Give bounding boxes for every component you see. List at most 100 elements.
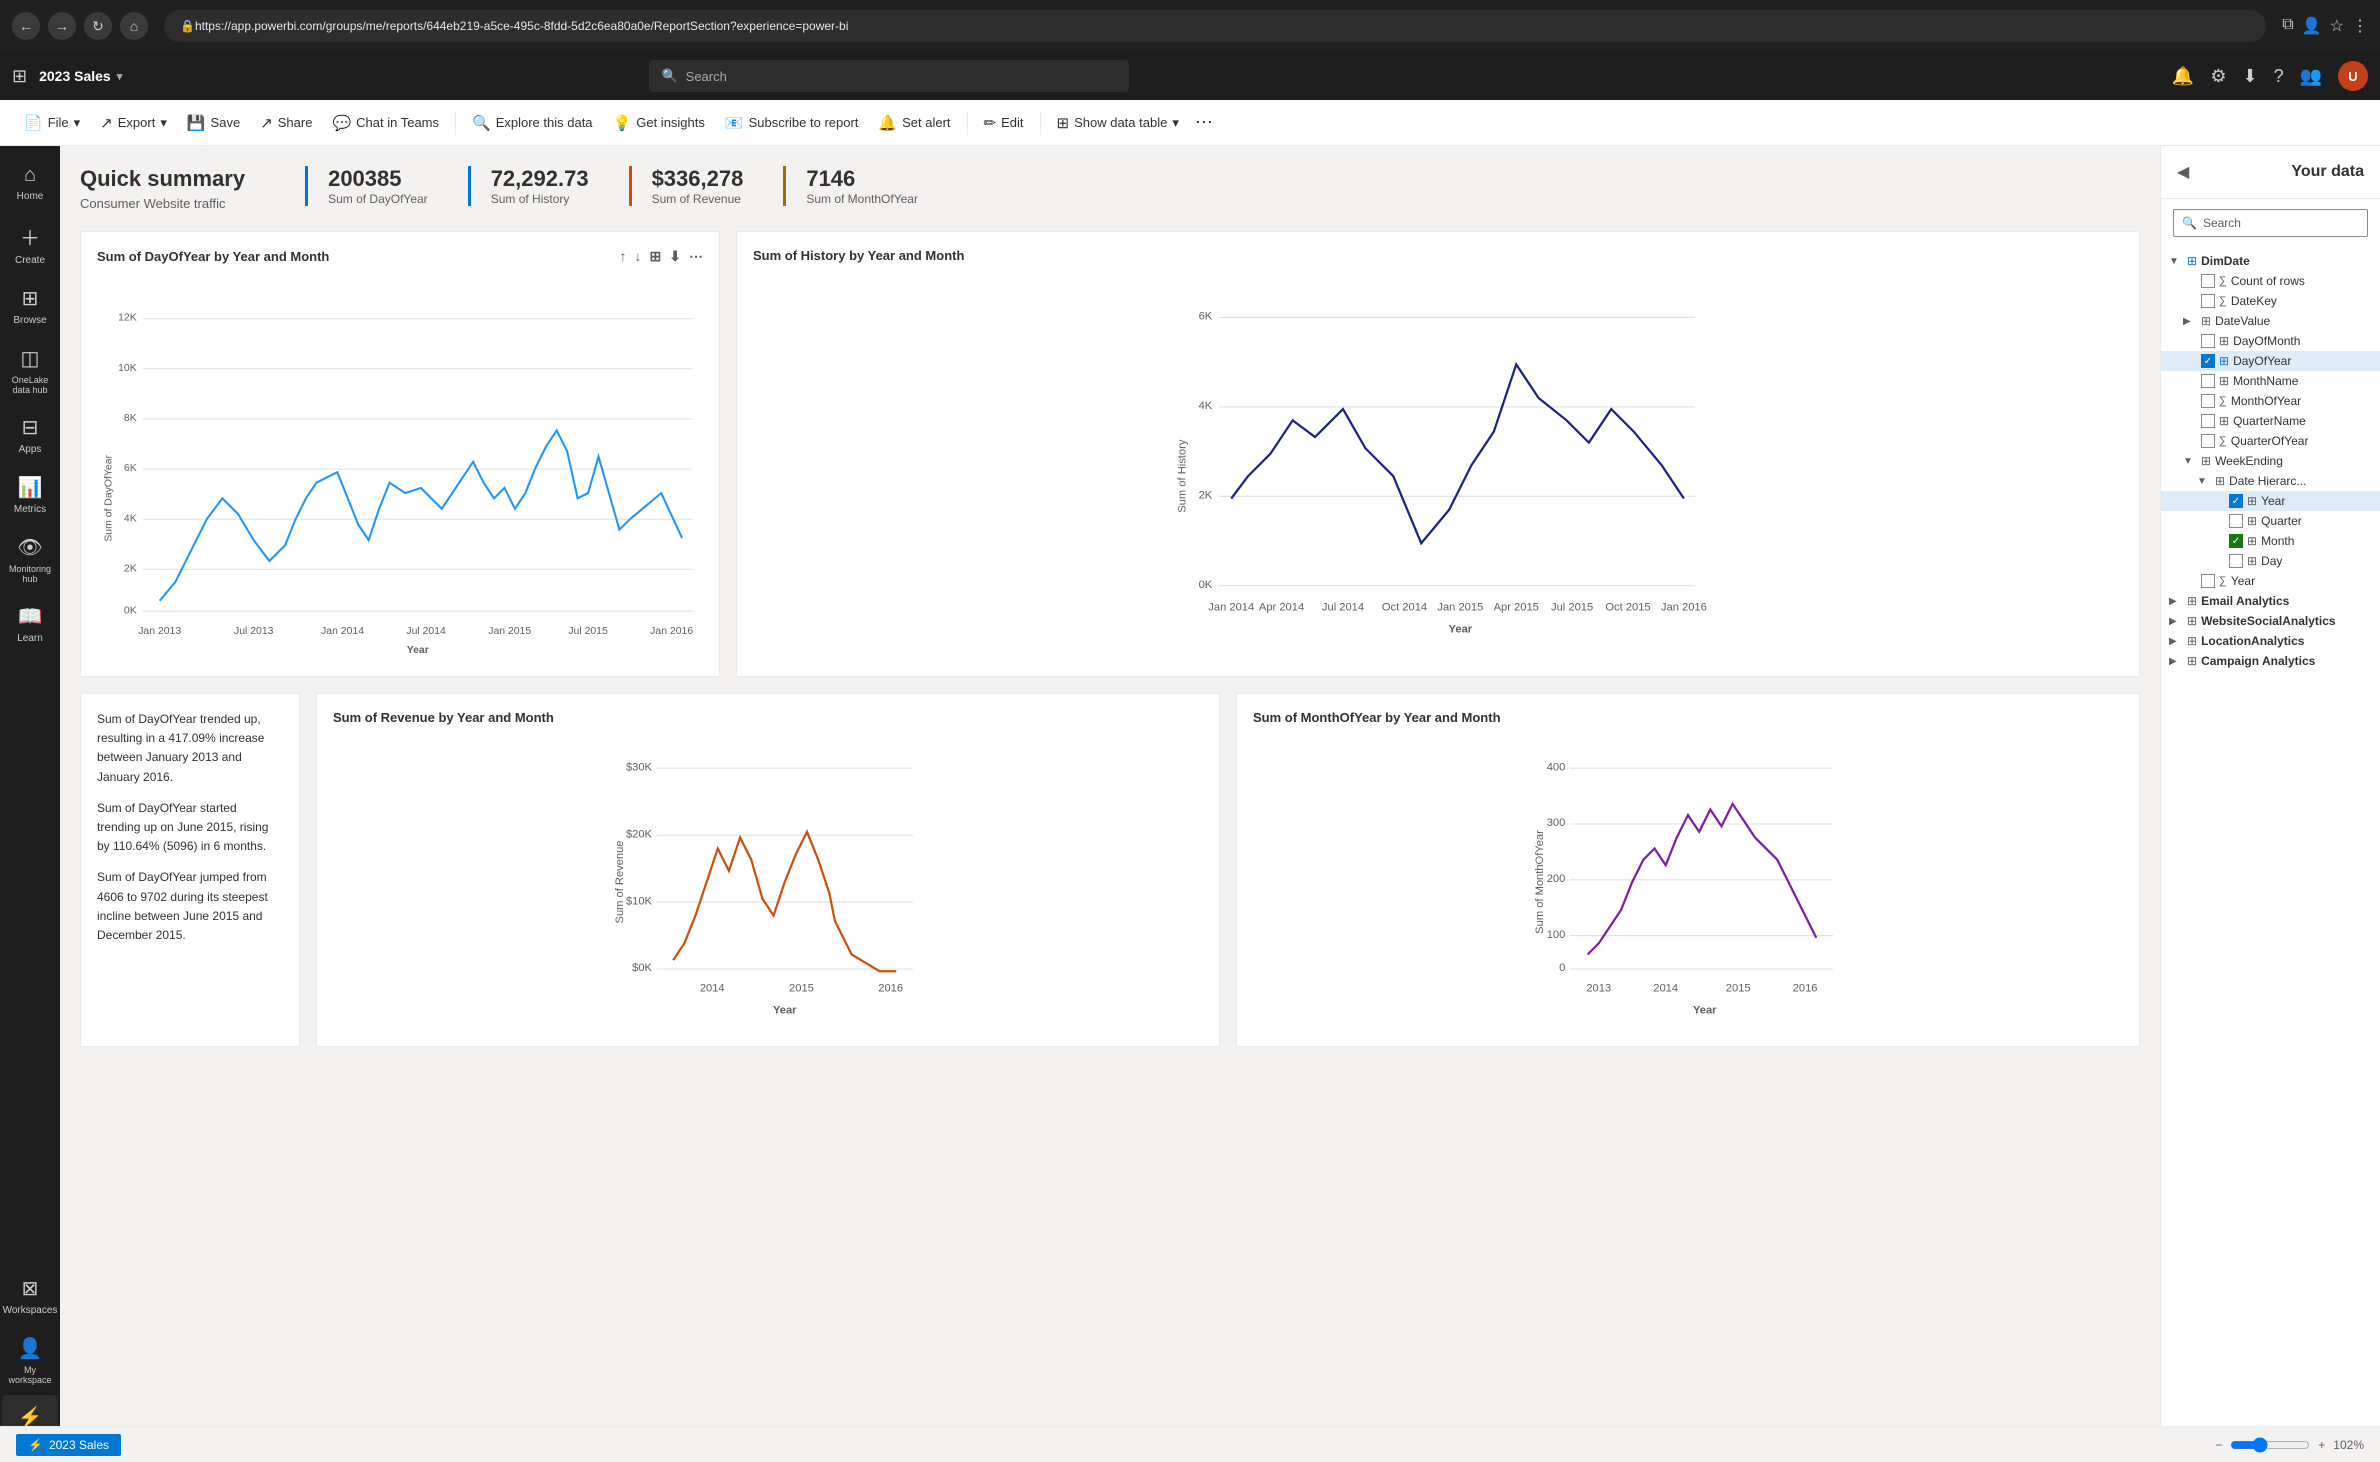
quartername-checkbox[interactable]: [2201, 414, 2215, 428]
share-button[interactable]: ↗ Share: [252, 110, 320, 136]
tree-year-hier[interactable]: ✓ ⊞ Year: [2161, 491, 2380, 511]
chat-button[interactable]: 💬 Chat in Teams: [324, 110, 447, 136]
explore-button[interactable]: 🔍 Explore this data: [464, 110, 601, 136]
sidebar-item-home[interactable]: ⌂ Home: [2, 154, 58, 212]
expand-icon[interactable]: ⊞: [650, 248, 662, 265]
drill-icon[interactable]: ⬇: [669, 248, 681, 265]
show-data-button[interactable]: ⊞ Show data table ▾: [1049, 110, 1187, 136]
svg-text:Jan 2013: Jan 2013: [138, 626, 181, 637]
chart-monthofyear-title: Sum of MonthOfYear by Year and Month: [1253, 710, 2123, 725]
tree-quartername[interactable]: ⊞ QuarterName: [2161, 411, 2380, 431]
chevron-down-icon[interactable]: ▾: [117, 70, 123, 83]
save-button[interactable]: 💾 Save: [179, 110, 248, 136]
profile-icon[interactable]: 👤: [2302, 16, 2322, 36]
year-sigma-checkbox[interactable]: [2201, 574, 2215, 588]
avatar[interactable]: U: [2338, 61, 2368, 91]
tree-weekending[interactable]: ▼ ⊞ WeekEnding: [2161, 451, 2380, 471]
sidebar-item-onelake[interactable]: ◫ OneLake data hub: [2, 336, 58, 405]
chart-monthofyear[interactable]: Sum of MonthOfYear by Year and Month 400…: [1236, 693, 2140, 1047]
monthofyear-checkbox[interactable]: [2201, 394, 2215, 408]
field-icon-3: ⊞: [2219, 374, 2229, 388]
tree-month[interactable]: ✓ ⊞ Month: [2161, 531, 2380, 551]
sidebar-item-browse[interactable]: ⊞ Browse: [2, 276, 58, 336]
datekey-checkbox[interactable]: [2201, 294, 2215, 308]
sidebar-item-apps[interactable]: ⊟ Apps: [2, 405, 58, 465]
tree-count-rows[interactable]: ∑ Count of rows: [2161, 271, 2380, 291]
zoom-in-button[interactable]: +: [2318, 1438, 2325, 1452]
reload-button[interactable]: ↻: [84, 12, 112, 40]
export-button[interactable]: ↗ Export ▾: [92, 110, 175, 136]
filter-search[interactable]: 🔍 Search: [2173, 209, 2368, 237]
day-checkbox[interactable]: [2229, 554, 2243, 568]
tree-website-social[interactable]: ▶ ⊞ WebsiteSocialAnalytics: [2161, 611, 2380, 631]
sidebar-item-my-workspace[interactable]: 👤 My workspace: [2, 1326, 58, 1395]
tree-location-analytics[interactable]: ▶ ⊞ LocationAnalytics: [2161, 631, 2380, 651]
collapse-panel-button[interactable]: ◀: [2177, 162, 2189, 182]
tree-datekey[interactable]: ∑ DateKey: [2161, 291, 2380, 311]
sidebar-item-label: Create: [15, 255, 45, 266]
tree-day[interactable]: ⊞ Day: [2161, 551, 2380, 571]
quarter-checkbox[interactable]: [2229, 514, 2243, 528]
right-panel-header: ◀ Your data: [2161, 146, 2380, 199]
sidebar-item-learn[interactable]: 📖 Learn: [2, 594, 58, 654]
table-icon-2: ⊞: [2201, 314, 2211, 328]
quarterofyear-checkbox[interactable]: [2201, 434, 2215, 448]
zoom-slider[interactable]: [2230, 1437, 2310, 1453]
settings-icon[interactable]: ⋮: [2352, 16, 2368, 36]
year-hier-checkbox[interactable]: ✓: [2229, 494, 2243, 508]
monthname-checkbox[interactable]: [2201, 374, 2215, 388]
sidebar-item-metrics[interactable]: 📊 Metrics: [2, 465, 58, 525]
more-icon[interactable]: ⋯: [689, 248, 703, 265]
tree-dayofmonth[interactable]: ⊞ DayOfMonth: [2161, 331, 2380, 351]
notification-icon[interactable]: 🔔: [2172, 66, 2194, 87]
back-button[interactable]: ←: [12, 12, 40, 40]
tree-monthname[interactable]: ⊞ MonthName: [2161, 371, 2380, 391]
home-button[interactable]: ⌂: [120, 12, 148, 40]
tree-quarter[interactable]: ⊞ Quarter: [2161, 511, 2380, 531]
tree-quarterofyear[interactable]: ∑ QuarterOfYear: [2161, 431, 2380, 451]
tree-datevalue[interactable]: ▶ ⊞ DateValue: [2161, 311, 2380, 331]
month-checkbox[interactable]: ✓: [2229, 534, 2243, 548]
dayofmonth-checkbox[interactable]: [2201, 334, 2215, 348]
insights-button[interactable]: 💡 Get insights: [605, 110, 713, 136]
chevron-right-icon-4: ▶: [2169, 636, 2183, 647]
more-options-button[interactable]: ⋯: [1195, 112, 1213, 133]
tree-monthofyear[interactable]: ∑ MonthOfYear: [2161, 391, 2380, 411]
url-bar[interactable]: 🔒 https://app.powerbi.com/groups/me/repo…: [164, 10, 2266, 42]
svg-text:2014: 2014: [1653, 982, 1678, 994]
help-icon[interactable]: ?: [2274, 66, 2284, 87]
chart-dayofyear[interactable]: Sum of DayOfYear by Year and Month ↑ ↓ ⊞…: [80, 231, 720, 677]
sidebar-item-monitoring[interactable]: 👁 Monitoring hub: [2, 525, 58, 594]
file-button[interactable]: 📄 File ▾: [16, 110, 88, 136]
app-search-bar[interactable]: 🔍 Search: [649, 60, 1129, 92]
chart-revenue[interactable]: Sum of Revenue by Year and Month $30K $2…: [316, 693, 1220, 1047]
tree-dimdate[interactable]: ▼ ⊞ DimDate: [2161, 251, 2380, 271]
sidebar-item-workspaces[interactable]: ⊠ Workspaces: [2, 1266, 58, 1326]
svg-text:Jan 2014: Jan 2014: [1208, 601, 1254, 613]
sidebar-item-create[interactable]: ＋ Create: [2, 212, 58, 276]
dayofyear-checkbox[interactable]: ✓: [2201, 354, 2215, 368]
zoom-out-button[interactable]: −: [2215, 1438, 2222, 1452]
settings-icon[interactable]: ⚙: [2210, 66, 2226, 87]
tree-year-sigma[interactable]: ∑ Year: [2161, 571, 2380, 591]
share-icon[interactable]: 👥: [2300, 66, 2322, 87]
chart-history[interactable]: Sum of History by Year and Month 6K 4K 2…: [736, 231, 2140, 677]
download-icon[interactable]: ⬇: [2242, 66, 2257, 87]
forward-button[interactable]: →: [48, 12, 76, 40]
subscribe-button[interactable]: 📧 Subscribe to report: [717, 110, 867, 136]
tree-campaign-analytics[interactable]: ▶ ⊞ Campaign Analytics: [2161, 651, 2380, 671]
edit-button[interactable]: ✏ Edit: [976, 110, 1032, 136]
page-tab-2023-sales[interactable]: ⚡ 2023 Sales: [16, 1434, 121, 1456]
extensions-icon[interactable]: ⧉: [2282, 16, 2293, 36]
tree-datehierarchy[interactable]: ▼ ⊞ Date Hierarc...: [2161, 471, 2380, 491]
sort-desc-icon[interactable]: ↓: [635, 248, 642, 265]
star-icon[interactable]: ☆: [2330, 16, 2344, 36]
alert-button[interactable]: 🔔 Set alert: [870, 110, 958, 136]
sort-asc-icon[interactable]: ↑: [620, 248, 627, 265]
count-rows-checkbox[interactable]: [2201, 274, 2215, 288]
tree-dayofyear[interactable]: ✓ ⊞ DayOfYear: [2161, 351, 2380, 371]
home-icon: ⌂: [24, 164, 36, 187]
tree-email-analytics[interactable]: ▶ ⊞ Email Analytics: [2161, 591, 2380, 611]
svg-text:Sum of Revenue: Sum of Revenue: [614, 841, 626, 924]
grid-menu-icon[interactable]: ⊞: [12, 66, 27, 87]
